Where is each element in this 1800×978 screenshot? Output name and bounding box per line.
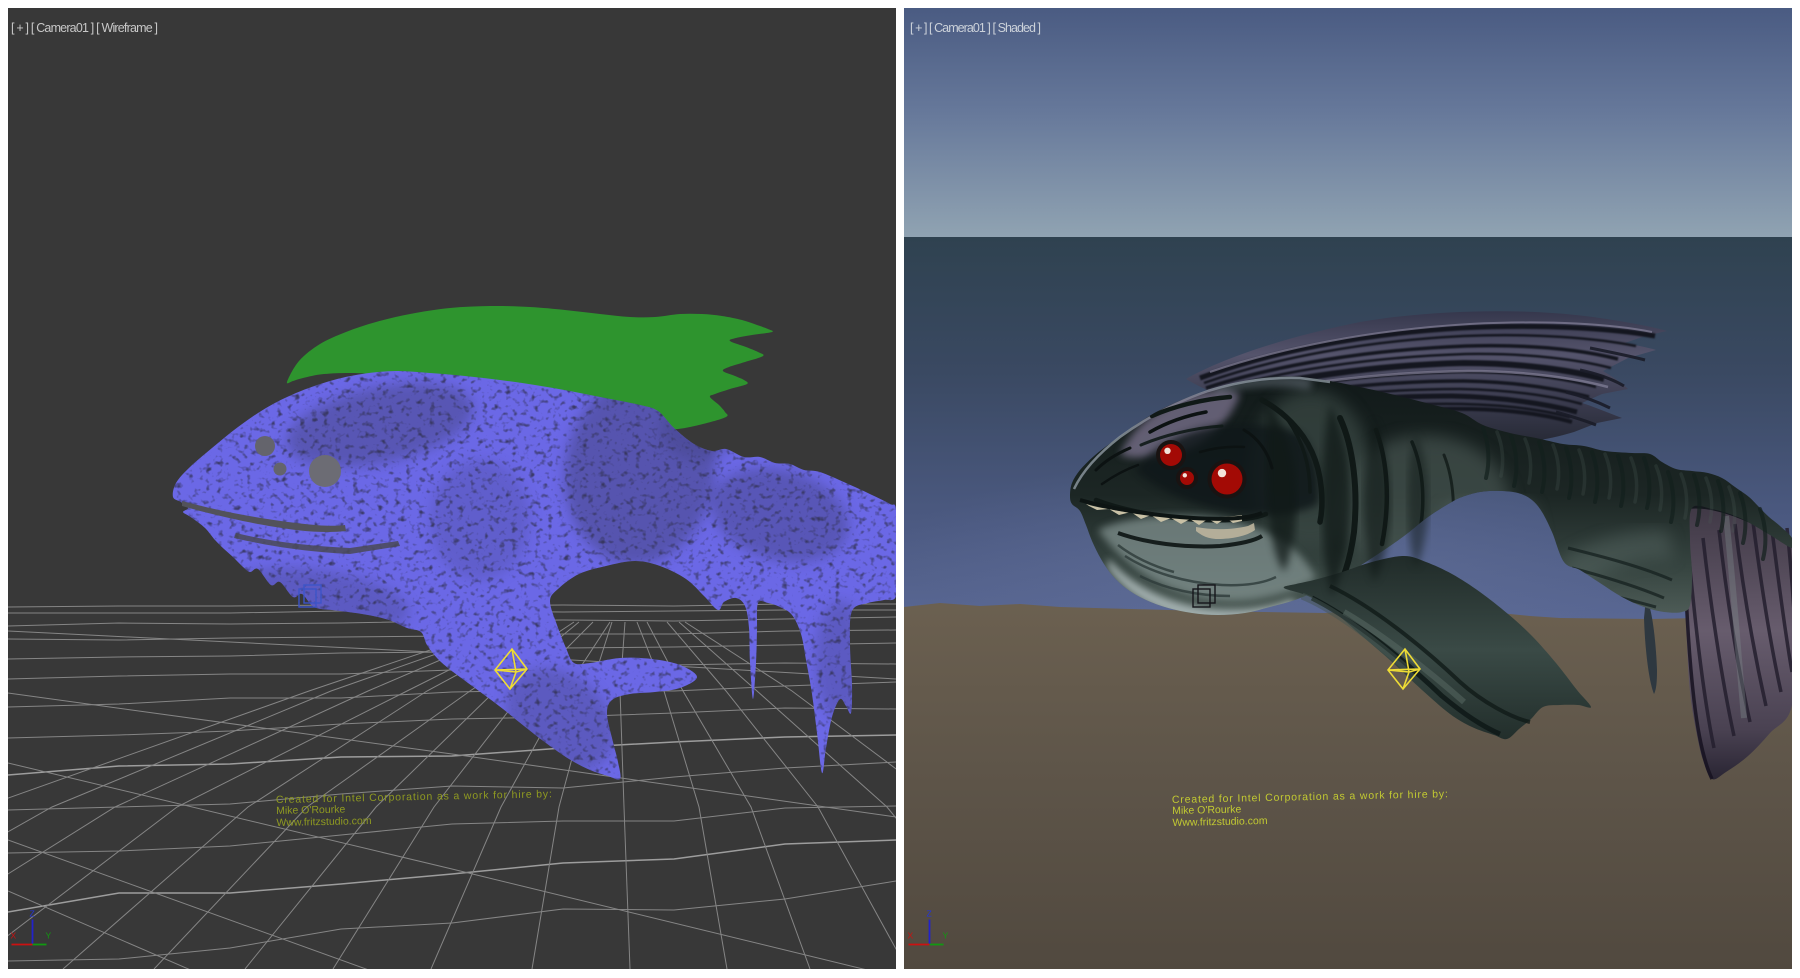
svg-text:Www.fritzstudio.com: Www.fritzstudio.com (1172, 815, 1268, 829)
svg-text:Z: Z (927, 909, 932, 919)
svg-text:Www.fritzstudio.com: Www.fritzstudio.com (276, 815, 372, 829)
svg-text:Y: Y (46, 931, 52, 941)
svg-text:[ + ] [ Camera01 ] [ Wireframe: [ + ] [ Camera01 ] [ Wireframe ] (11, 21, 158, 35)
svg-text:X: X (908, 931, 914, 941)
svg-text:Z: Z (30, 909, 35, 919)
svg-text:X: X (11, 931, 17, 941)
svg-text:Y: Y (943, 931, 949, 941)
svg-text:[ + ] [ Camera01 ] [ Shaded ]: [ + ] [ Camera01 ] [ Shaded ] (910, 21, 1041, 35)
